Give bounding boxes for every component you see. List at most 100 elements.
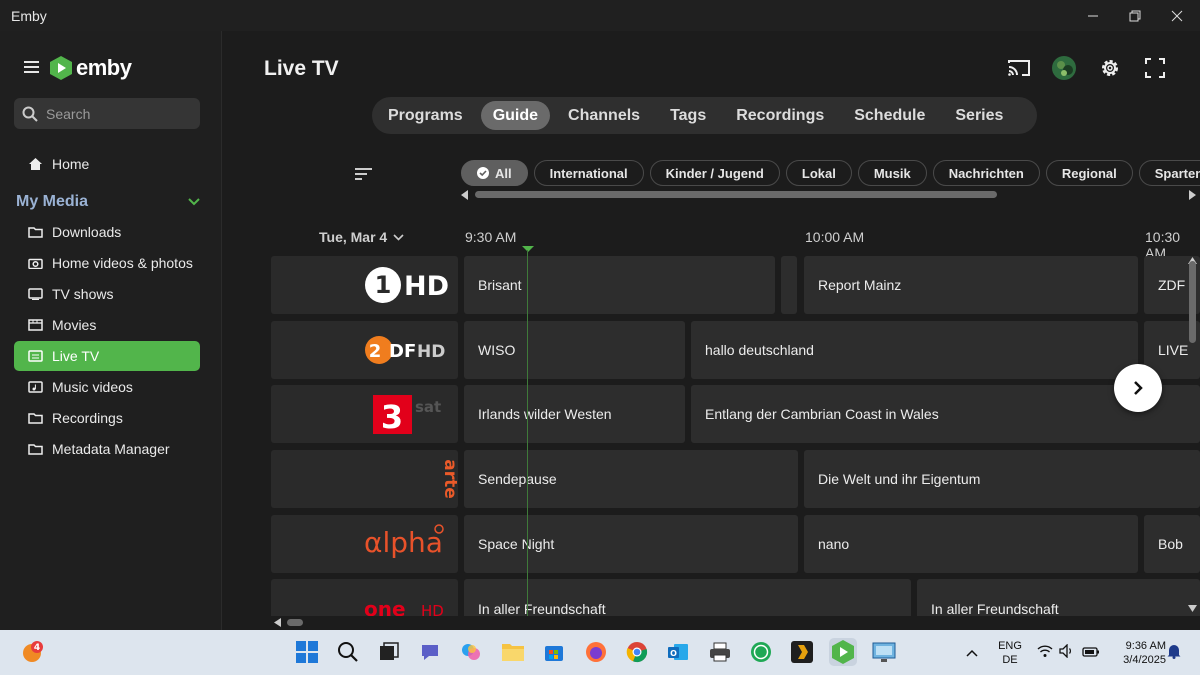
svg-text:αlpha: αlpha [364,526,443,559]
sidebar-item-tv-shows[interactable]: TV shows [14,279,200,309]
channel-logo-3sat[interactable]: 3 sat [271,385,458,443]
tab-channels[interactable]: Channels [556,101,652,130]
taskbar-firefox[interactable] [582,638,610,666]
chips-scroll-right-icon[interactable] [1188,190,1196,200]
program-cell[interactable]: Space Night [464,515,798,573]
chip-musik[interactable]: Musik [857,160,927,186]
channel-logo-arte[interactable]: arte [271,450,458,508]
taskbar-copilot[interactable] [457,638,485,666]
channel-logo-alpha[interactable]: αlpha [271,515,458,573]
printer-icon [710,642,730,662]
chips-scroll-left-icon[interactable] [461,190,469,200]
sidebar-item-label: Recordings [52,410,123,426]
battery-icon[interactable] [1082,645,1100,663]
cast-button[interactable] [1007,56,1031,80]
start-button[interactable] [293,638,321,666]
chip-kinder-jugend[interactable]: Kinder / Jugend [649,160,780,186]
search-box[interactable] [14,98,200,129]
task-view[interactable] [375,638,403,666]
scroll-left-icon[interactable] [274,618,281,627]
sidebar-item-metadata-manager[interactable]: Metadata Manager [14,434,200,464]
tab-guide[interactable]: Guide [480,101,551,130]
sidebar-item-home[interactable]: Home [14,149,200,179]
channel-logo-one[interactable]: one HD [271,579,458,616]
chip-international[interactable]: International [533,160,644,186]
chip-nachrichten[interactable]: Nachrichten [932,160,1040,186]
clock-time: 9:36 AM [1125,640,1166,652]
system-clock[interactable]: 9:36 AM 3/4/2025 [1108,639,1166,667]
sidebar-item-recordings[interactable]: Recordings [14,403,200,433]
program-cell[interactable]: Sendepause [464,450,798,508]
volume-icon[interactable] [1059,643,1075,663]
taskbar-chrome[interactable] [623,638,651,666]
taskbar-plex[interactable] [788,638,816,666]
user-avatar[interactable] [1052,56,1076,80]
input-language[interactable]: ENG DE [994,639,1026,667]
sidebar-item-downloads[interactable]: Downloads [14,217,200,247]
program-cell[interactable]: Bob [1144,515,1200,573]
chip-lokal[interactable]: Lokal [785,160,852,186]
guide-vertical-scrollbar[interactable] [1189,261,1196,343]
emby-logo[interactable]: emby [50,55,132,81]
program-cell[interactable]: In aller Freundschaft [917,579,1200,616]
taskbar-whatsapp[interactable] [747,638,775,666]
maximize-button[interactable] [1112,0,1158,31]
program-cell[interactable]: hallo deutschland [691,321,1138,379]
chip-spartenpr[interactable]: Spartenpr [1138,160,1200,186]
channel-logo-zdf[interactable]: 2 DF HD [271,321,458,379]
emby-logo-icon [50,56,72,80]
show-hidden-icons-button[interactable] [966,644,978,662]
time-slot-label: 9:30 AM [465,229,517,245]
taskbar-search[interactable] [334,638,362,666]
sidebar-item-home-videos[interactable]: Home videos & photos [14,248,200,278]
program-cell[interactable] [781,256,797,314]
minimize-button[interactable] [1070,0,1116,31]
close-button[interactable] [1154,0,1200,31]
tab-recordings[interactable]: Recordings [724,101,836,130]
tab-tags[interactable]: Tags [658,101,718,130]
guide-next-button[interactable] [1114,364,1162,412]
weather-widget[interactable]: 4 [18,638,46,666]
chip-regional[interactable]: Regional [1045,160,1133,186]
taskbar-file-explorer[interactable] [499,638,527,666]
program-cell[interactable]: Brisant [464,256,775,314]
cast-icon [1008,60,1030,76]
program-cell[interactable]: Die Welt und ihr Eigentum [804,450,1200,508]
tab-schedule[interactable]: Schedule [842,101,937,130]
store-icon [545,646,563,661]
scroll-down-icon[interactable] [1188,605,1197,612]
sidebar-item-movies[interactable]: Movies [14,310,200,340]
settings-button[interactable] [1098,56,1122,80]
sidebar-item-live-tv[interactable]: Live TV [14,341,200,371]
program-cell[interactable]: Report Mainz [804,256,1138,314]
notifications-button[interactable] [1167,643,1181,664]
program-cell[interactable]: nano [804,515,1138,573]
wifi-icon[interactable] [1037,644,1053,663]
tab-series[interactable]: Series [943,101,1015,130]
taskbar-teams[interactable] [416,638,444,666]
taskbar-emby[interactable] [829,638,857,666]
program-cell[interactable]: WISO [464,321,685,379]
sidebar-item-label: Metadata Manager [52,441,170,457]
taskbar-outlook[interactable]: O [664,638,692,666]
guide-horizontal-scrollbar[interactable] [287,619,303,626]
taskbar-printer[interactable] [706,638,734,666]
my-media-section[interactable]: My Media [16,193,200,211]
menu-icon[interactable] [24,61,39,73]
taskbar-rdp[interactable] [870,638,898,666]
sort-icon[interactable] [355,168,372,183]
chips-scrollbar[interactable] [475,191,997,198]
chip-all[interactable]: All [461,160,528,186]
guide-row: αlpha Space Night nano Bob [271,515,1200,573]
title-bar: Emby [0,0,1200,31]
fullscreen-button[interactable] [1143,56,1167,80]
search-input[interactable] [46,105,186,122]
guide-date-selector[interactable]: Tue, Mar 4 [319,229,404,245]
sidebar-item-label: Live TV [52,348,100,364]
taskbar-store[interactable] [540,638,568,666]
sidebar-item-music-videos[interactable]: Music videos [14,372,200,402]
program-cell[interactable]: In aller Freundschaft [464,579,911,616]
channel-logo-1hd[interactable]: 1 HD [271,256,458,314]
program-cell[interactable]: Irlands wilder Westen [464,385,685,443]
tab-programs[interactable]: Programs [376,101,475,130]
